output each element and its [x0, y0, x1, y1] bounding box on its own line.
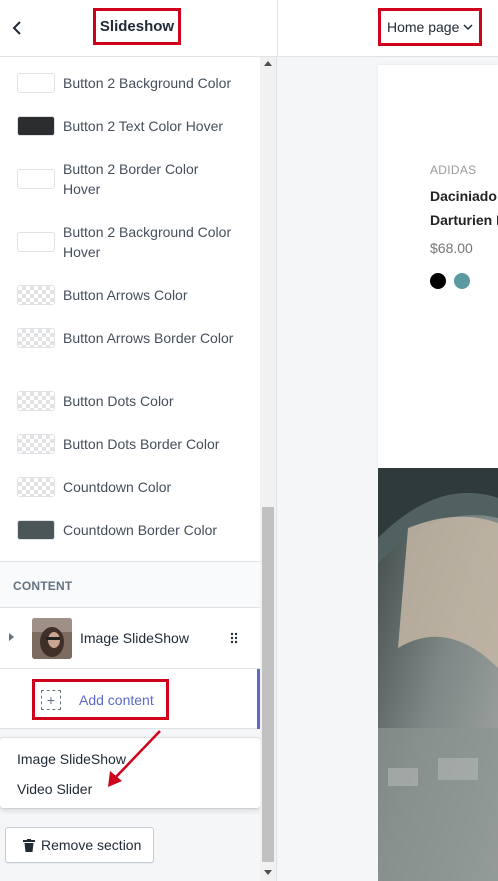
color-label: Button Arrows Color	[63, 287, 188, 303]
color-label: Button Dots Border Color	[63, 436, 220, 452]
color-row-countdown[interactable]: Countdown Color	[17, 477, 238, 497]
color-swatch[interactable]	[17, 434, 55, 454]
content-heading: CONTENT	[0, 562, 260, 608]
back-button[interactable]	[6, 15, 28, 41]
annotation-arrow	[108, 730, 161, 787]
scroll-up-arrow-icon[interactable]	[264, 61, 272, 66]
scroll-thumb[interactable]	[262, 507, 274, 862]
color-row-countdown-border[interactable]: Countdown Border Color	[17, 520, 238, 540]
color-label: Button 2 Background Color	[63, 75, 232, 91]
remove-section-button[interactable]: Remove section	[5, 827, 154, 863]
panel-scrollbar[interactable]	[260, 57, 276, 881]
color-row-button2-bg[interactable]: Button 2 Background Color	[17, 73, 238, 93]
color-row-button2-bg-hover[interactable]: Button 2 Background Color Hover	[17, 222, 238, 262]
color-swatch[interactable]	[17, 73, 55, 93]
color-label: Countdown Border Color	[63, 522, 218, 538]
page-selector-label: Home page	[387, 19, 460, 35]
color-swatch[interactable]	[17, 285, 55, 305]
caret-right-icon[interactable]	[9, 633, 14, 641]
color-label: Button 2 Background Color Hover	[63, 224, 232, 260]
section-title: Slideshow	[93, 8, 181, 45]
chevron-left-icon	[12, 21, 21, 35]
option-video-slider[interactable]: Video Slider	[17, 781, 92, 797]
remove-section-label: Remove section	[41, 837, 142, 853]
color-option-black[interactable]	[430, 273, 446, 289]
add-content-button[interactable]: + Add content	[32, 679, 169, 720]
color-label: Button 2 Border Color Hover	[63, 161, 199, 197]
color-label: Button 2 Text Color Hover	[63, 118, 224, 134]
block-label: Image SlideShow	[80, 630, 189, 646]
product-price: $68.00	[430, 240, 473, 256]
content-heading-text: CONTENT	[13, 579, 73, 593]
slideshow-hero-image	[378, 468, 498, 881]
add-content-label: Add content	[79, 691, 154, 708]
color-label: Button Dots Color	[63, 393, 174, 409]
color-row-button2-text-hover[interactable]: Button 2 Text Color Hover	[17, 116, 238, 136]
top-divider	[277, 0, 278, 57]
color-swatch[interactable]	[17, 116, 55, 136]
color-swatch[interactable]	[17, 232, 55, 252]
color-row-arrows-border[interactable]: Button Arrows Border Color	[17, 328, 238, 348]
color-row-dots[interactable]: Button Dots Color	[17, 391, 238, 411]
color-row-button2-border-hover[interactable]: Button 2 Border Color Hover	[17, 159, 238, 199]
product-brand: ADIDAS	[430, 163, 477, 177]
add-block-icon: +	[41, 689, 61, 710]
color-option-teal[interactable]	[454, 273, 470, 289]
block-thumbnail	[32, 618, 72, 659]
color-label: Countdown Color	[63, 479, 172, 495]
color-row-dots-border[interactable]: Button Dots Border Color	[17, 434, 238, 454]
color-swatch[interactable]	[17, 328, 55, 348]
trash-icon	[23, 838, 35, 852]
scroll-down-arrow-icon[interactable]	[264, 870, 272, 875]
color-row-arrows[interactable]: Button Arrows Color	[17, 285, 238, 305]
color-swatch[interactable]	[17, 391, 55, 411]
content-block-image-slideshow[interactable]: Image SlideShow	[0, 608, 260, 669]
color-swatch[interactable]	[17, 520, 55, 540]
color-swatch[interactable]	[17, 169, 55, 189]
product-name-line2[interactable]: Darturien D	[430, 212, 498, 228]
page-selector[interactable]: Home page	[378, 8, 482, 46]
product-card[interactable]: ADIDAS Daciniado l Darturien D $68.00	[378, 65, 498, 469]
color-label: Button Arrows Border Color	[63, 330, 234, 346]
section-title-text: Slideshow	[99, 18, 175, 35]
drag-handle-icon[interactable]	[230, 632, 238, 644]
storefront-preview: ADIDAS Daciniado l Darturien D $68.00	[278, 57, 498, 881]
top-bar: Slideshow Home page	[0, 0, 498, 57]
add-content-row: + Add content	[0, 669, 260, 729]
chevron-down-icon	[463, 24, 473, 31]
product-name-line1[interactable]: Daciniado l	[430, 188, 498, 204]
color-swatch[interactable]	[17, 477, 55, 497]
color-settings-list: Button 2 Background Color Button 2 Text …	[0, 57, 260, 562]
